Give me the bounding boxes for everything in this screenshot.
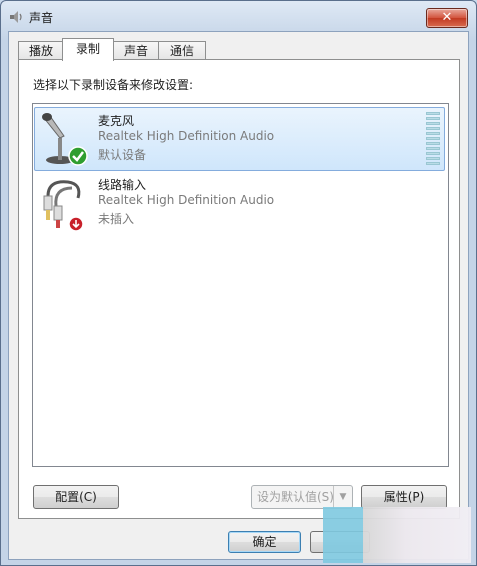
properties-button[interactable]: 属性(P) bbox=[361, 485, 447, 509]
device-driver: Realtek High Definition Audio bbox=[98, 193, 275, 207]
device-item-microphone[interactable]: 麦克风 Realtek High Definition Audio 默认设备 bbox=[34, 107, 445, 171]
default-check-icon bbox=[68, 146, 88, 166]
microphone-icon bbox=[42, 113, 88, 166]
close-button[interactable]: ✕ bbox=[426, 8, 468, 28]
set-default-label: 设为默认值(S) bbox=[257, 490, 334, 504]
device-list[interactable]: 麦克风 Realtek High Definition Audio 默认设备 线… bbox=[32, 103, 449, 467]
device-driver: Realtek High Definition Audio bbox=[98, 129, 275, 143]
recording-panel: 选择以下录制设备来修改设置: 麦克风 Realtek High Definiti… bbox=[18, 59, 460, 519]
device-name: 麦克风 bbox=[98, 114, 135, 128]
window-title: 声音 bbox=[29, 11, 54, 25]
device-status: 未插入 bbox=[98, 212, 135, 226]
dialog-client-area: 播放 录制 声音 通信 选择以下录制设备来修改设置: 麦克风 Realtek H… bbox=[8, 31, 469, 560]
device-item-line-in[interactable]: 线路输入 Realtek High Definition Audio 未插入 bbox=[34, 171, 445, 235]
speaker-icon bbox=[10, 11, 22, 23]
level-meter bbox=[426, 112, 440, 166]
tab-recording[interactable]: 录制 bbox=[62, 38, 114, 61]
ok-button[interactable]: 确定 bbox=[228, 531, 301, 553]
line-in-cable-icon bbox=[43, 180, 84, 232]
set-default-button: 设为默认值(S) ▼ bbox=[251, 485, 353, 509]
device-status: 默认设备 bbox=[98, 148, 147, 162]
watermark-blur bbox=[323, 507, 363, 563]
tab-sounds[interactable]: 声音 bbox=[112, 41, 160, 60]
instruction-text: 选择以下录制设备来修改设置: bbox=[33, 78, 194, 92]
device-name: 线路输入 bbox=[98, 178, 147, 192]
chevron-down-icon: ▼ bbox=[333, 486, 352, 508]
sound-dialog: 声音 ✕ 播放 录制 声音 通信 选择以下录制设备来修改设置: 麦克风 Real… bbox=[0, 0, 477, 566]
configure-button[interactable]: 配置(C) bbox=[33, 485, 119, 509]
watermark-blur bbox=[363, 507, 471, 563]
tab-playback[interactable]: 播放 bbox=[18, 41, 64, 60]
tab-communications[interactable]: 通信 bbox=[158, 41, 206, 60]
title-bar[interactable]: 声音 ✕ bbox=[1, 1, 476, 31]
